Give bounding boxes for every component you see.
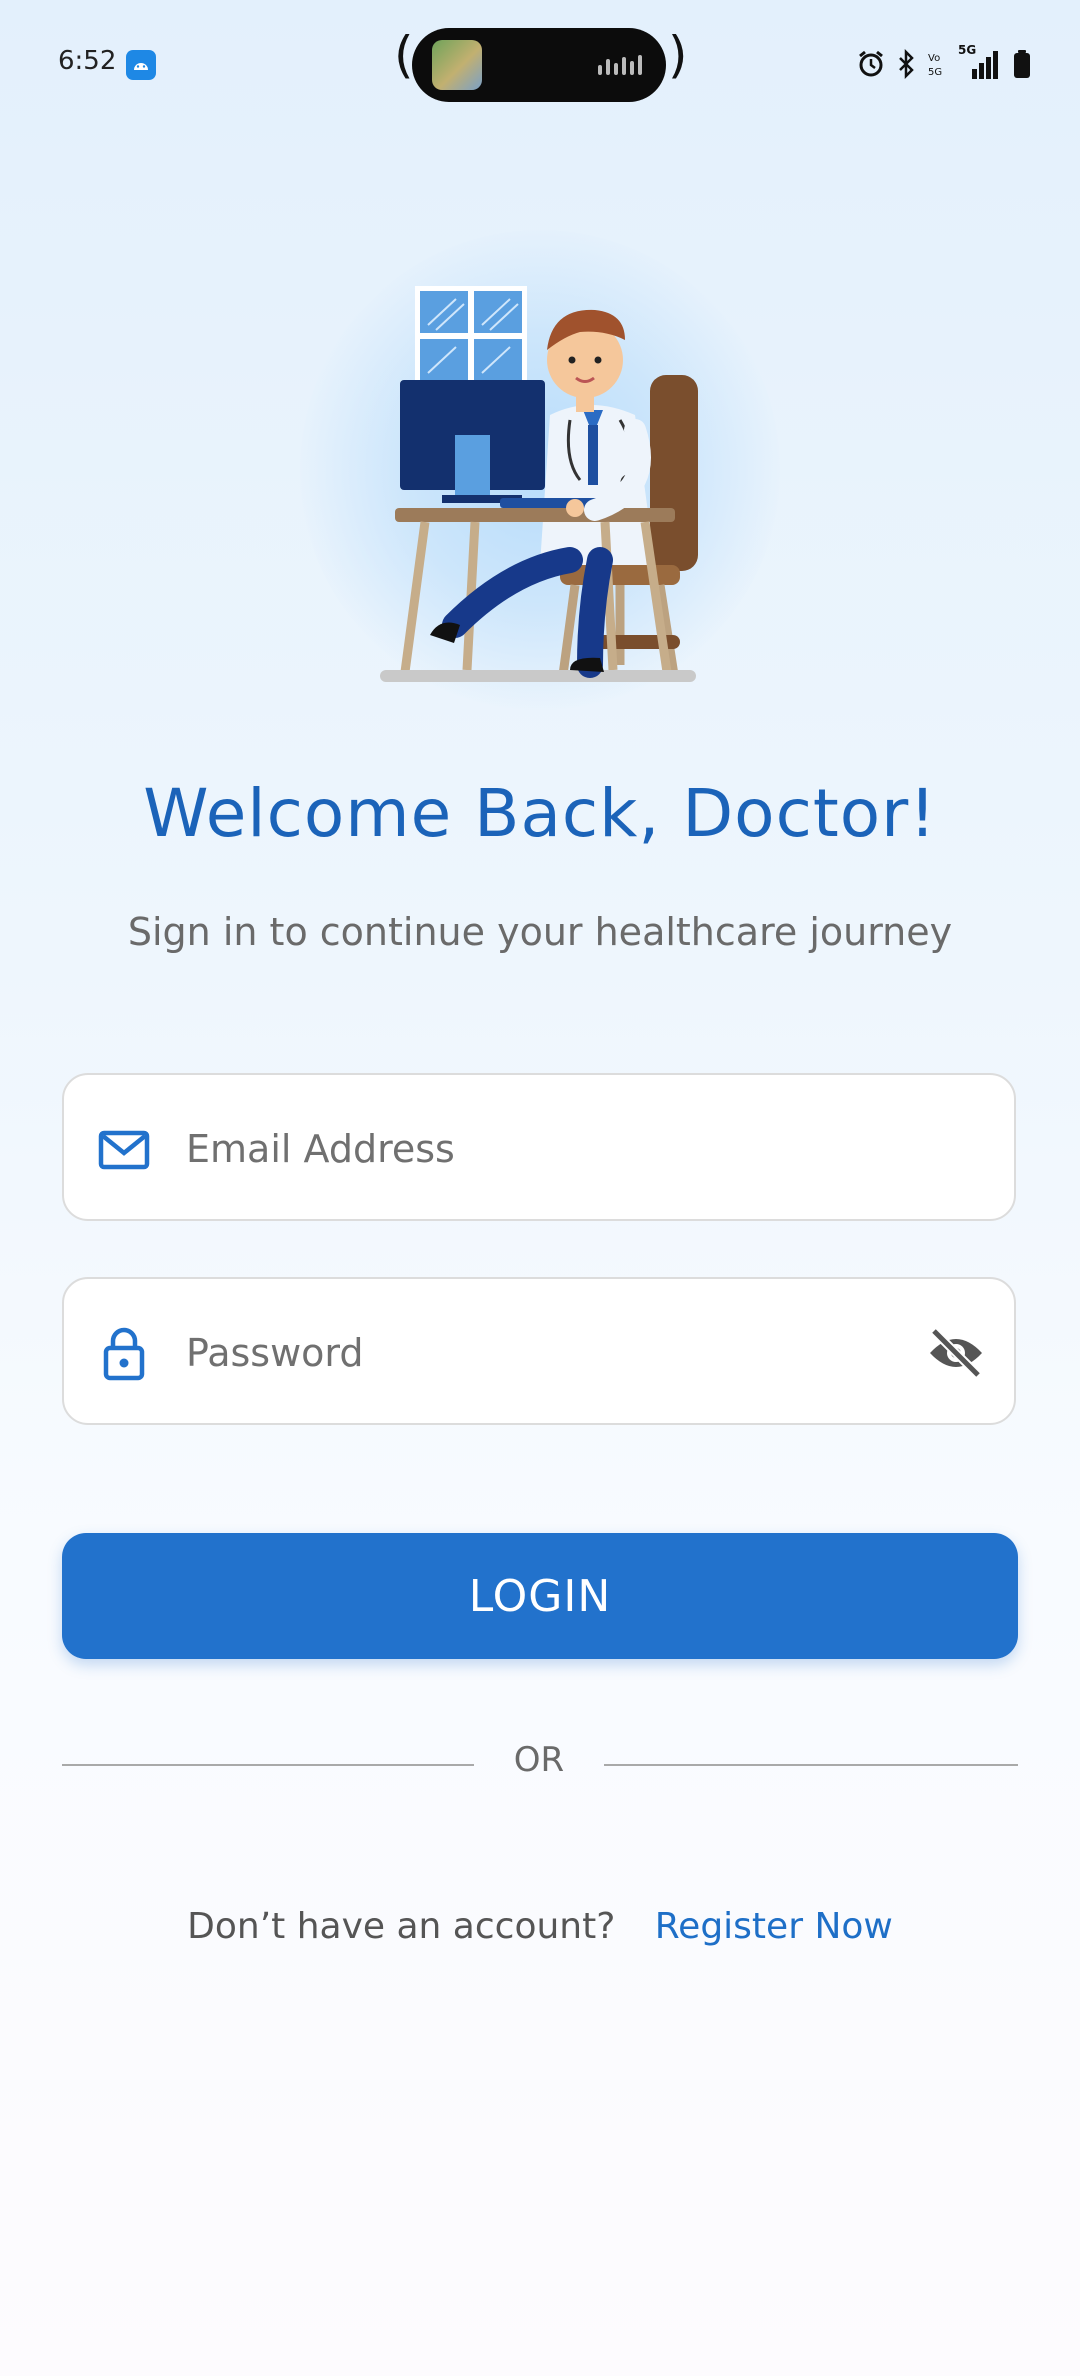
dynamic-island[interactable] [412,28,666,102]
svg-text:5G: 5G [928,67,942,78]
visibility-off-icon[interactable] [926,1323,986,1383]
login-button[interactable]: LOGIN [62,1533,1018,1659]
mail-icon [98,1130,150,1170]
audio-visualizer-icon [598,55,642,75]
alarm-icon [859,50,883,77]
doctor-illustration [300,230,780,710]
media-thumbnail [432,40,482,90]
status-bar: 6:52 ( ) Vo 5G 5G [0,0,1080,130]
password-input[interactable] [184,1313,888,1393]
island-right-bracket: ) [668,26,688,84]
status-icons: Vo 5G 5G [856,43,1032,84]
battery-icon [1014,50,1030,78]
password-field[interactable] [62,1277,1016,1425]
email-field[interactable] [62,1073,1016,1221]
divider-line-right [604,1764,1018,1766]
register-row: Don’t have an account? Register Now [0,1906,1080,1947]
lock-icon [103,1327,145,1381]
bluetooth-icon [899,49,914,79]
signal-icon: 5G [958,43,1002,81]
status-time: 6:52 [58,46,117,76]
divider-label: OR [513,1740,565,1780]
volte-icon: Vo 5G [928,53,942,78]
page-title: Welcome Back, Doctor! [143,775,937,852]
page-subtitle: Sign in to continue your healthcare jour… [127,910,953,954]
island-left-bracket: ( [394,26,414,84]
register-prompt: Don’t have an account? [187,1906,616,1947]
doctor-at-desk-image [380,286,698,682]
register-link[interactable]: Register Now [655,1906,893,1947]
divider-line-left [62,1764,474,1766]
email-input[interactable] [184,1109,888,1189]
svg-text:Vo: Vo [928,53,940,64]
android-notification-icon [126,50,156,80]
